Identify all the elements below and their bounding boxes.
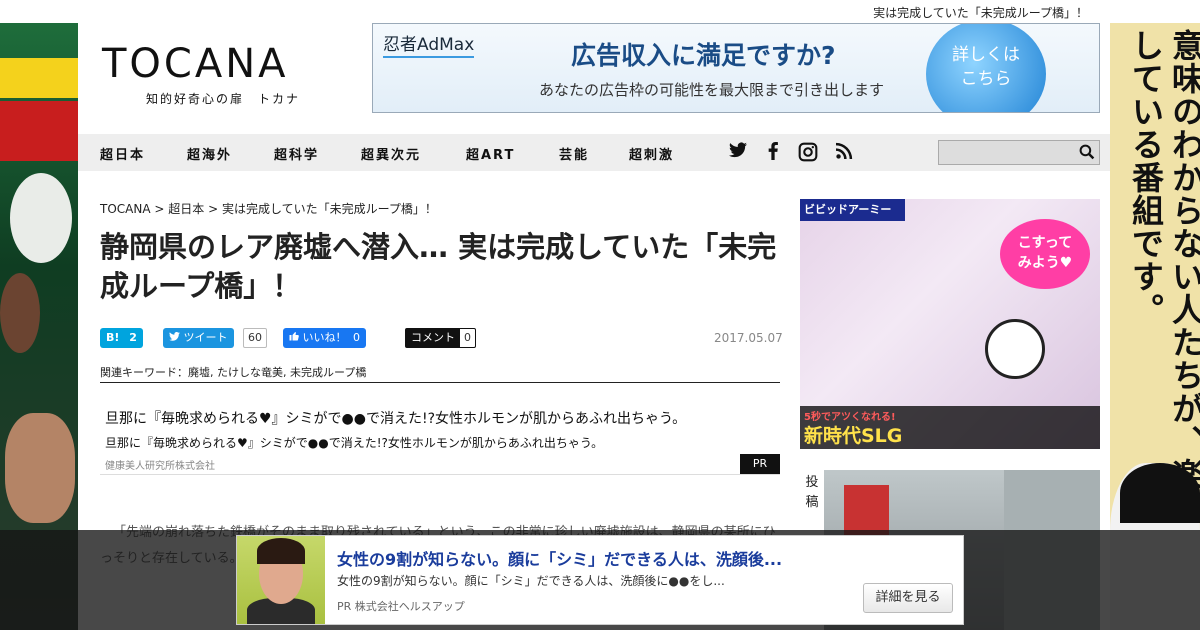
ad-band bbox=[0, 58, 78, 98]
nav-item-chou-ijigen[interactable]: 超異次元 bbox=[361, 144, 421, 163]
nav-item-chou-shigeki[interactable]: 超刺激 bbox=[629, 144, 674, 163]
header-ad-banner[interactable]: 忍者AdMax 広告収入に満足ですか? あなたの広告枠の可能性を最大限まで引き出… bbox=[372, 23, 1100, 113]
breadcrumb-item-home[interactable]: TOCANA bbox=[100, 202, 151, 216]
sidebar-ad[interactable]: ビビッドアーミー こすって みよう♥ 5秒でアツくなれる! 新時代SLG bbox=[800, 199, 1100, 449]
ad-description: 女性の9割が知らない。顔に「シミ」だできる人は、洗顔後に●●をし... bbox=[337, 574, 725, 588]
hatena-label: B! bbox=[106, 331, 120, 344]
breadcrumb-item-current: 実は完成していた「未完成ループ橋」！ bbox=[221, 202, 437, 216]
ad-advertiser: PR 株式会社ヘルスアップ bbox=[337, 600, 465, 613]
instagram-icon[interactable] bbox=[798, 142, 818, 162]
ad-cta-label: 詳しくは こちら bbox=[952, 45, 1020, 89]
main-nav: 超日本 超海外 超科学 超異次元 超ART 芸能 超刺激 bbox=[78, 134, 1110, 171]
pr-advertiser: 健康美人研究所株式会社 bbox=[105, 461, 215, 472]
pr-headline[interactable]: 旦那に『毎晩求められる♥』シミがで●●で消えた!?女性ホルモンが肌からあふれ出ち… bbox=[105, 408, 686, 428]
breadcrumb-separator: > bbox=[150, 202, 169, 216]
comment-label: コメント bbox=[411, 331, 455, 344]
ad-figure bbox=[5, 413, 75, 523]
page: 実は完成していた「未完成ループ橋」！ 意味のわからない人たちが、楽しそうにしてい… bbox=[0, 0, 1200, 630]
breadcrumb-item-category[interactable]: 超日本 bbox=[168, 202, 204, 216]
nav-item-geinou[interactable]: 芸能 bbox=[559, 144, 589, 163]
keywords-label: 関連キーワード： bbox=[100, 366, 188, 379]
logo-wordmark: TOCANA bbox=[102, 41, 289, 87]
search-input[interactable] bbox=[938, 140, 1100, 165]
ad-brand: ビビッドアーミー bbox=[800, 199, 905, 221]
nav-item-chou-art[interactable]: 超ART bbox=[466, 144, 515, 163]
nav-item-chou-kagaku[interactable]: 超科学 bbox=[274, 144, 319, 163]
site-logo[interactable]: TOCANA 知的好奇心の扉 トカナ bbox=[102, 42, 342, 107]
ad-bubble: こすって みよう♥ bbox=[1000, 219, 1090, 289]
details-button[interactable]: 詳細を見る bbox=[863, 583, 953, 613]
ad-figure bbox=[0, 273, 40, 353]
ad-brand: 忍者AdMax bbox=[383, 30, 475, 58]
topline: 実は完成していた「未完成ループ橋」！ bbox=[0, 0, 1200, 23]
pointer-hand-icon bbox=[985, 319, 1045, 379]
facebook-icon[interactable] bbox=[763, 142, 783, 162]
thumbnail-shape bbox=[257, 538, 305, 564]
comment-button[interactable]: コメント bbox=[405, 328, 461, 348]
logo-tagline: 知的好奇心の扉 トカナ bbox=[146, 92, 301, 106]
ad-headline: 広告収入に満足ですか? bbox=[571, 41, 836, 70]
like-label: いいね！ bbox=[302, 331, 347, 344]
pr-tag: PR bbox=[740, 454, 780, 474]
facebook-like-button[interactable]: いいね！ 0 bbox=[283, 328, 366, 348]
post-label: 投 稿 bbox=[805, 475, 819, 510]
related-keywords: 関連キーワード：廃墟, たけしな竜美, 未完成ループ橋 bbox=[100, 364, 780, 383]
hatena-count: 2 bbox=[129, 331, 137, 344]
pr-description: 旦那に『毎晩求められる♥』シミがで●●で消えた!?女性ホルモンが肌からあふれ出ち… bbox=[105, 436, 604, 450]
tweet-button[interactable]: ツイート bbox=[163, 328, 234, 348]
hatena-bookmark-button[interactable]: B! 2 bbox=[100, 328, 143, 348]
ad-big-text: 新時代SLG bbox=[804, 425, 903, 447]
twitter-icon bbox=[169, 331, 184, 344]
nav-item-chou-nihon[interactable]: 超日本 bbox=[100, 144, 145, 163]
article-date: 2017.05.07 bbox=[714, 331, 783, 345]
breadcrumb-separator: > bbox=[204, 202, 222, 216]
breadcrumb: TOCANA > 超日本 > 実は完成していた「未完成ループ橋」！ bbox=[100, 200, 437, 217]
ad-headline[interactable]: 女性の9割が知らない。顔に「シミ」だできる人は、洗顔後... bbox=[337, 546, 782, 570]
rss-icon[interactable] bbox=[834, 142, 854, 162]
comment-count: 0 bbox=[459, 328, 476, 348]
nav-item-chou-kaigai[interactable]: 超海外 bbox=[187, 144, 232, 163]
pr-native-ad[interactable]: 旦那に『毎晩求められる♥』シミがで●●で消えた!?女性ホルモンが肌からあふれ出ち… bbox=[100, 400, 780, 475]
ad-subline: あなたの広告枠の可能性を最大限まで引き出します bbox=[539, 81, 885, 99]
tweet-label: ツイート bbox=[183, 331, 228, 344]
article-title: 静岡県のレア廃墟へ潜入… 実は完成していた「未完成ループ橋」！ bbox=[100, 230, 777, 303]
search-icon[interactable] bbox=[1079, 144, 1095, 160]
ad-figure bbox=[10, 173, 72, 263]
ad-band bbox=[0, 101, 78, 161]
thumbs-up-icon bbox=[289, 331, 303, 344]
ad-cta-button[interactable]: 詳しくは こちら bbox=[926, 24, 1046, 112]
sticky-footer-ad[interactable]: 女性の9割が知らない。顔に「シミ」だできる人は、洗顔後... 女性の9割が知らな… bbox=[236, 535, 964, 625]
topline-text[interactable]: 実は完成していた「未完成ループ橋」！ bbox=[873, 4, 1088, 21]
like-count: 0 bbox=[353, 331, 360, 344]
ad-figure bbox=[1120, 463, 1200, 523]
keywords-list[interactable]: 廃墟, たけしな竜美, 未完成ループ橋 bbox=[188, 366, 366, 379]
ad-thumbnail[interactable] bbox=[237, 536, 325, 624]
twitter-icon[interactable] bbox=[728, 142, 748, 162]
tweet-count: 60 bbox=[243, 328, 267, 348]
